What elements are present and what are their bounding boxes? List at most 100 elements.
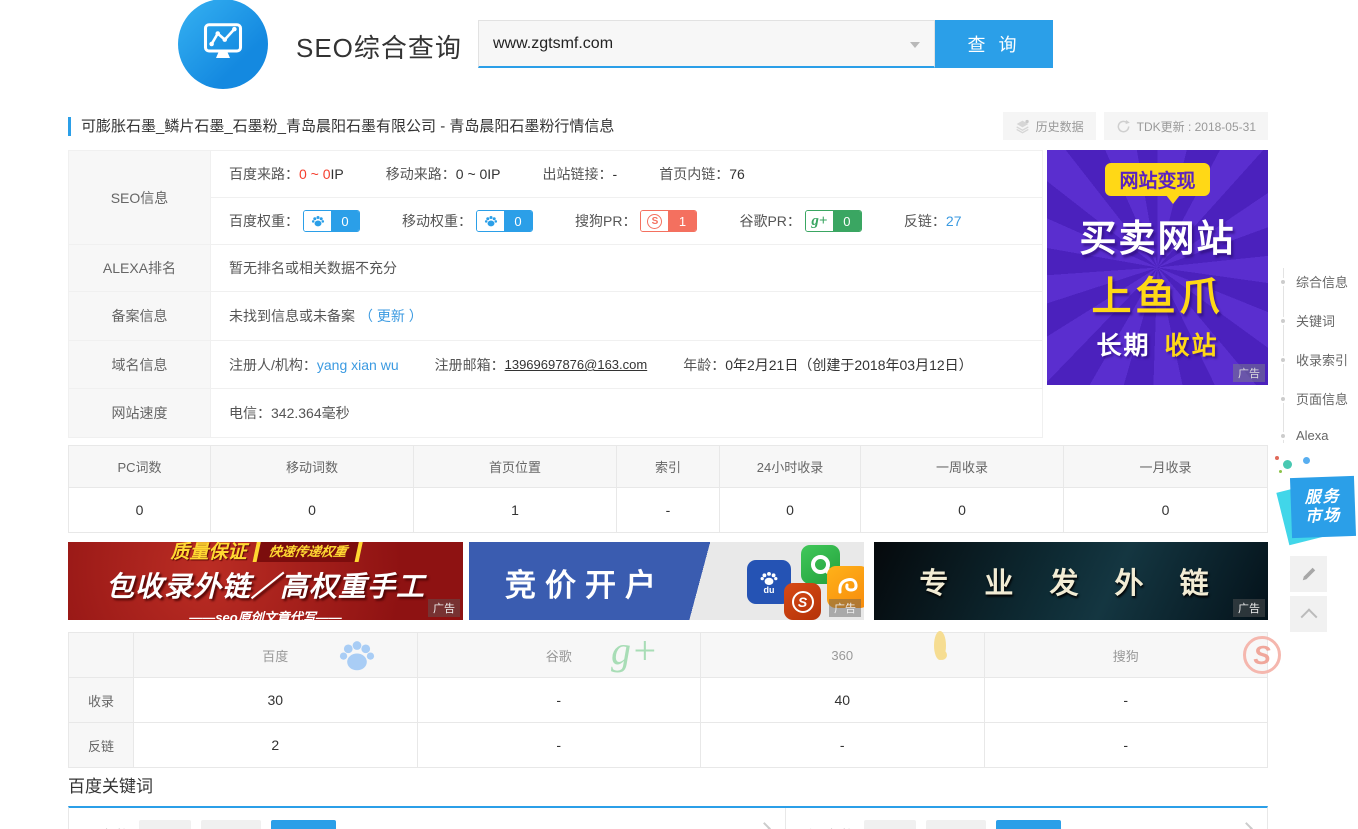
keywords-section-title: 百度关键词 — [68, 772, 153, 797]
search-bar: 查 询 — [478, 20, 1053, 68]
stats-header: 一月收录 — [1064, 446, 1267, 487]
stats-header: 索引 — [617, 446, 720, 487]
engine-header-360: 360 — [701, 633, 985, 677]
site-logo[interactable] — [178, 0, 268, 89]
engine-cell: 30 — [134, 678, 418, 722]
baidu-paw-big-icon — [335, 635, 379, 680]
backlinks: 反链：27 — [904, 211, 962, 231]
stats-header: 24小时收录 — [720, 446, 861, 487]
chevron-right-icon[interactable] — [758, 822, 771, 829]
sogou-icon: S — [647, 214, 662, 229]
pc-trend-panel: PC趋势 7天 30天 6个月 — [69, 808, 786, 829]
market-label-line2: 市场 — [1305, 506, 1342, 526]
mobile-traffic: 移动来路：0 ~ 0 IP — [386, 164, 501, 184]
mobile-tab-30d[interactable]: 30天 — [926, 820, 985, 829]
stats-value: - — [617, 488, 720, 532]
sogou-app-icon: S — [784, 583, 821, 620]
bullet-dot-icon — [1279, 432, 1287, 440]
speed-value: 电信：342.364毫秒 — [211, 389, 1042, 437]
alexa-value: 暂无排名或相关数据不充分 — [211, 245, 1042, 291]
mobile-tab-7d[interactable]: 7天 — [864, 820, 916, 829]
pc-trend-label: PC趋势 — [85, 825, 129, 829]
baidu-traffic: 百度来路：0 ~ 0 IP — [229, 164, 344, 184]
site-title: 可膨胀石墨_鳞片石墨_石墨粉_青岛晨阳石墨有限公司 - 青岛晨阳石墨粉行情信息 — [68, 117, 614, 136]
ad-tag-label: 广告 — [1233, 599, 1265, 617]
ad-tag-label: 广告 — [829, 599, 861, 617]
email-link[interactable]: 13969697876@163.com — [505, 357, 648, 372]
stats-value: 1 — [414, 488, 617, 532]
ad-banner-bidding[interactable]: 竞价开户 du S 广告 — [469, 542, 864, 620]
search-input[interactable] — [478, 20, 935, 68]
history-data-button[interactable]: 历史数据 — [1003, 112, 1096, 140]
deco-dot — [1283, 460, 1292, 469]
sidebar-item-index[interactable]: 收录索引 — [1279, 350, 1348, 369]
stats-header: 移动词数 — [211, 446, 414, 487]
engine-corner-cell — [69, 633, 134, 677]
query-button[interactable]: 查 询 — [935, 20, 1053, 68]
back-to-top-button[interactable] — [1290, 596, 1327, 632]
mobile-tab-6m[interactable]: 6个月 — [996, 820, 1061, 829]
bullet-dot-icon — [1279, 278, 1287, 286]
alexa-row-label: ALEXA排名 — [69, 245, 211, 291]
edit-button[interactable] — [1290, 556, 1327, 592]
engine-row-label: 反链 — [69, 723, 134, 767]
bullet-dot-icon — [1279, 395, 1287, 403]
service-market-badge[interactable]: 服务 市场 — [1291, 477, 1357, 539]
bullet-dot-icon — [1279, 317, 1287, 325]
pc-tab-7d[interactable]: 7天 — [139, 820, 191, 829]
mobile-weight[interactable]: 移动权重： 0 — [402, 210, 533, 232]
ad-banner-row: 质量保证 快速传递权重 包收录外链／高权重手工 ——seo原创文章代写—— 广告… — [68, 542, 1268, 620]
stats-table: PC词数 移动词数 首页位置 索引 24小时收录 一周收录 一月收录 0 0 1… — [68, 445, 1268, 533]
engine-cell: 2 — [134, 723, 418, 767]
sidebar-item-overview[interactable]: 综合信息 — [1279, 272, 1348, 291]
mobile-trend-label: 移动趋势 — [802, 825, 854, 829]
sidebar-item-pageinfo[interactable]: 页面信息 — [1279, 389, 1348, 408]
deco-dot — [1279, 470, 1282, 473]
deco-dot — [1303, 457, 1310, 464]
dropdown-caret-icon[interactable] — [910, 42, 920, 48]
ad-banner-backlinks[interactable]: 专 业 发 外 链 广告 — [874, 542, 1268, 620]
banner1-tag1: 质量保证 — [170, 542, 246, 564]
pc-tab-6m[interactable]: 6个月 — [271, 820, 336, 829]
deco-dot — [1275, 456, 1279, 460]
registrant-link[interactable]: yang xian wu — [317, 357, 399, 373]
stats-value: 0 — [211, 488, 414, 532]
ad-line3: 上鱼爪 — [1092, 264, 1224, 322]
stats-value: 0 — [69, 488, 211, 532]
banner1-tag2: 快速传递权重 — [252, 542, 363, 562]
360-big-icon — [934, 637, 946, 655]
ad-line4: 长期收站 — [1096, 326, 1218, 362]
engine-row-label: 收录 — [69, 678, 134, 722]
ad-line2: 买卖网站 — [1080, 208, 1236, 262]
history-data-label: 历史数据 — [1036, 118, 1084, 135]
chevron-right-icon[interactable] — [1240, 822, 1253, 829]
stats-header: 首页位置 — [414, 446, 617, 487]
baidu-weight[interactable]: 百度权重： 0 — [229, 210, 360, 232]
layers-icon — [1015, 119, 1030, 134]
bullet-dot-icon — [1279, 356, 1287, 364]
speed-row-label: 网站速度 — [69, 389, 211, 437]
stats-value: 0 — [1064, 488, 1267, 532]
google-pr[interactable]: 谷歌PR： g+0 — [739, 210, 861, 232]
beian-update-link[interactable]: （ 更新 ） — [359, 306, 423, 326]
keywords-panel: PC趋势 7天 30天 6个月 移动趋势 7天 30天 6个月 — [68, 806, 1268, 829]
registrant: 注册人/机构：yang xian wu — [229, 355, 399, 375]
engine-header-google: 谷歌 g+ — [418, 633, 702, 677]
ad-banner-outlinks[interactable]: 质量保证 快速传递权重 包收录外链／高权重手工 ——seo原创文章代写—— 广告 — [68, 542, 463, 620]
pc-tab-30d[interactable]: 30天 — [201, 820, 260, 829]
ad-tag-label: 广告 — [1233, 364, 1265, 382]
sidebar-item-alexa[interactable]: Alexa — [1279, 428, 1329, 443]
sidebar-item-keywords[interactable]: 关键词 — [1279, 311, 1335, 330]
tdk-update-button[interactable]: TDK更新 : 2018-05-31 — [1104, 112, 1268, 140]
beian-row-label: 备案信息 — [69, 292, 211, 340]
stats-header: PC词数 — [69, 446, 211, 487]
pencil-icon — [1300, 566, 1317, 583]
page-title: SEO综合查询 — [296, 28, 462, 65]
banner1-main-text: 包收录外链／高权重手工 — [106, 565, 425, 605]
banner1-sub-text: ——seo原创文章代写—— — [189, 607, 341, 621]
engine-header-sogou: 搜狗 S — [985, 633, 1268, 677]
monitor-chart-icon — [195, 16, 251, 72]
sidebar-ad-banner[interactable]: 网站变现 买卖网站 上鱼爪 长期收站 广告 — [1047, 150, 1268, 385]
sogou-pr[interactable]: 搜狗PR： S1 — [575, 210, 697, 232]
engine-cell: - — [418, 723, 702, 767]
